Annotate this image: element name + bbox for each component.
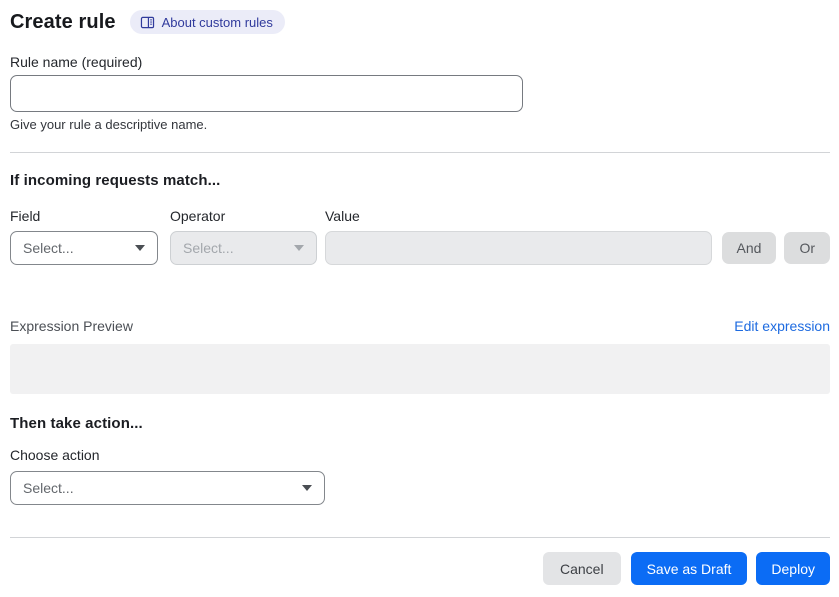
book-icon: [140, 16, 155, 29]
choose-action-label: Choose action: [10, 447, 100, 463]
field-select[interactable]: Select...: [10, 231, 158, 265]
expression-preview-box: [10, 344, 830, 394]
and-button[interactable]: And: [721, 232, 777, 264]
section-divider: [10, 152, 830, 153]
operator-select-value: Select...: [183, 240, 234, 256]
match-section-heading: If incoming requests match...: [10, 172, 221, 189]
about-badge-label: About custom rules: [161, 14, 273, 30]
field-column: Field Select...: [10, 208, 158, 265]
chevron-down-icon: [302, 485, 312, 491]
cancel-button[interactable]: Cancel: [542, 552, 621, 585]
value-label: Value: [325, 208, 360, 224]
field-label: Field: [10, 208, 41, 224]
chevron-down-icon: [294, 245, 304, 251]
choose-action-select-value: Select...: [23, 480, 74, 496]
footer-divider: [10, 537, 830, 538]
field-select-value: Select...: [23, 240, 74, 256]
value-input[interactable]: [325, 231, 712, 265]
rule-name-label: Rule name (required): [10, 54, 143, 70]
rule-name-helper-text: Give your rule a descriptive name.: [10, 117, 208, 132]
about-custom-rules-badge[interactable]: About custom rules: [129, 10, 285, 34]
page-header: Create rule About custom rules: [10, 10, 830, 34]
footer-actions: Cancel Save as Draft Deploy: [10, 552, 830, 585]
expression-preview-header: Expression Preview Edit expression: [10, 317, 830, 334]
operator-label: Operator: [170, 208, 226, 224]
create-rule-page: Create rule About custom rules Rule name…: [0, 0, 839, 597]
page-title: Create rule: [10, 10, 116, 33]
choose-action-select[interactable]: Select...: [10, 471, 325, 505]
expression-preview-label: Expression Preview: [10, 317, 133, 334]
operator-select[interactable]: Select...: [170, 231, 317, 265]
operator-column: Operator Select...: [170, 208, 317, 265]
edit-expression-link[interactable]: Edit expression: [734, 318, 830, 334]
condition-row: Field Select... Operator Select... Value…: [10, 208, 830, 265]
rule-name-input[interactable]: [10, 75, 523, 112]
value-column: Value: [325, 208, 712, 265]
action-section-heading: Then take action...: [10, 415, 143, 432]
chevron-down-icon: [135, 245, 145, 251]
or-button[interactable]: Or: [784, 232, 830, 264]
deploy-button[interactable]: Deploy: [756, 552, 830, 585]
save-as-draft-button[interactable]: Save as Draft: [630, 552, 748, 585]
